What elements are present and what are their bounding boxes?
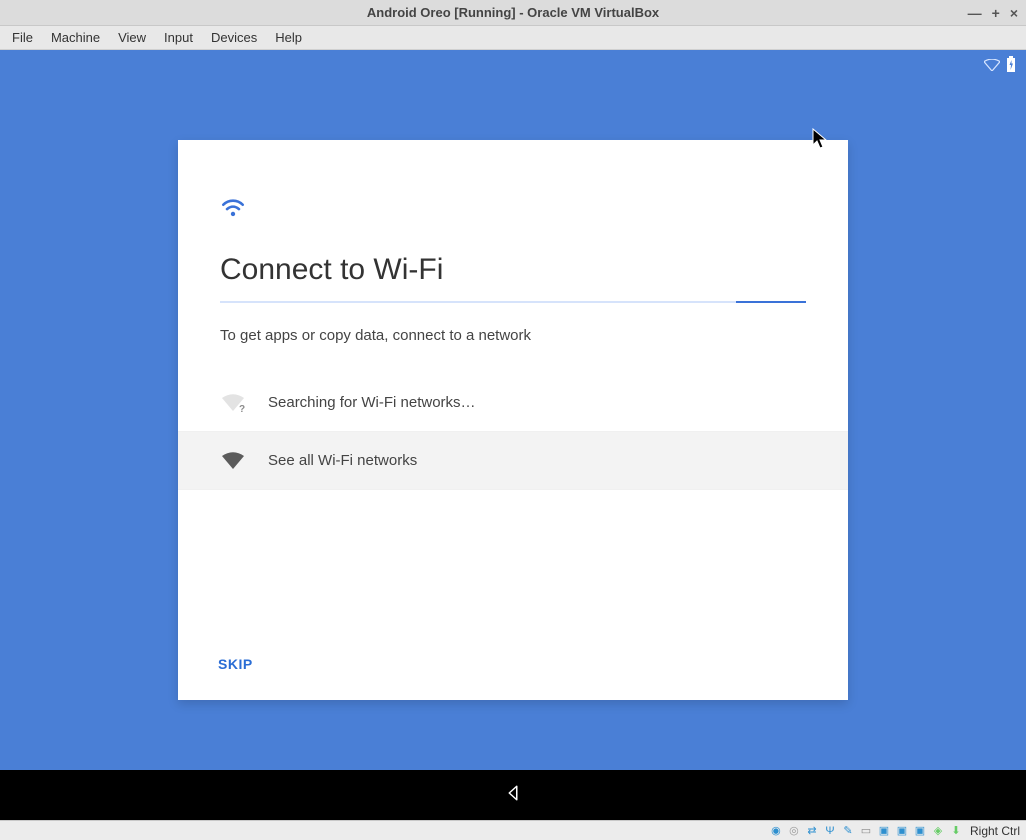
recording-icon: ▣ xyxy=(876,823,892,839)
host-key-label: Right Ctrl xyxy=(970,824,1020,838)
setup-subtitle: To get apps or copy data, connect to a n… xyxy=(220,327,806,344)
wifi-full-icon xyxy=(220,451,246,471)
menubar: File Machine View Input Devices Help xyxy=(0,26,1026,50)
battery-icon xyxy=(1006,56,1016,77)
setup-heading: Connect to Wi-Fi xyxy=(220,253,806,287)
indicator-icon: ▣ xyxy=(912,823,928,839)
svg-text:?: ? xyxy=(239,404,245,413)
vbox-statusbar: ◉ ◎ ⇄ Ψ ✎ ▭ ▣ ▣ ▣ ◈ ⬇ Right Ctrl xyxy=(0,820,1026,840)
android-status-bar xyxy=(984,56,1016,77)
mouse-integration-icon: ⬇ xyxy=(948,823,964,839)
window-titlebar: Android Oreo [Running] - Oracle VM Virtu… xyxy=(0,0,1026,26)
maximize-button[interactable]: + xyxy=(992,5,1000,21)
guest-display[interactable]: Connect to Wi-Fi To get apps or copy dat… xyxy=(0,50,1026,840)
menu-view[interactable]: View xyxy=(118,30,146,45)
progress-bar xyxy=(220,301,806,303)
setup-card: Connect to Wi-Fi To get apps or copy dat… xyxy=(178,140,848,700)
vrde-icon: ▣ xyxy=(894,823,910,839)
window-title: Android Oreo [Running] - Oracle VM Virtu… xyxy=(367,5,659,20)
network-icon: ⇄ xyxy=(804,823,820,839)
see-all-networks-row[interactable]: See all Wi-Fi networks xyxy=(178,432,848,490)
wifi-unknown-icon: ? xyxy=(220,393,246,413)
shared-folder-icon: ✎ xyxy=(840,823,856,839)
display-icon: ▭ xyxy=(858,823,874,839)
menu-input[interactable]: Input xyxy=(164,30,193,45)
features-icon: ◈ xyxy=(930,823,946,839)
usb-icon: Ψ xyxy=(822,823,838,839)
optical-drive-icon: ◎ xyxy=(786,823,802,839)
wifi-icon xyxy=(220,198,806,223)
see-all-networks-label: See all Wi-Fi networks xyxy=(268,452,417,469)
wifi-status-icon xyxy=(984,58,1000,76)
back-button[interactable] xyxy=(504,784,522,807)
menu-machine[interactable]: Machine xyxy=(51,30,100,45)
close-button[interactable]: × xyxy=(1010,5,1018,21)
minimize-button[interactable]: — xyxy=(968,5,982,21)
menu-devices[interactable]: Devices xyxy=(211,30,257,45)
skip-button[interactable]: SKIP xyxy=(218,656,253,672)
hd-activity-icon: ◉ xyxy=(768,823,784,839)
menu-file[interactable]: File xyxy=(12,30,33,45)
wifi-searching-row: ? Searching for Wi-Fi networks… xyxy=(178,374,848,432)
menu-help[interactable]: Help xyxy=(275,30,302,45)
wifi-searching-label: Searching for Wi-Fi networks… xyxy=(268,394,476,411)
android-navbar xyxy=(0,770,1026,820)
